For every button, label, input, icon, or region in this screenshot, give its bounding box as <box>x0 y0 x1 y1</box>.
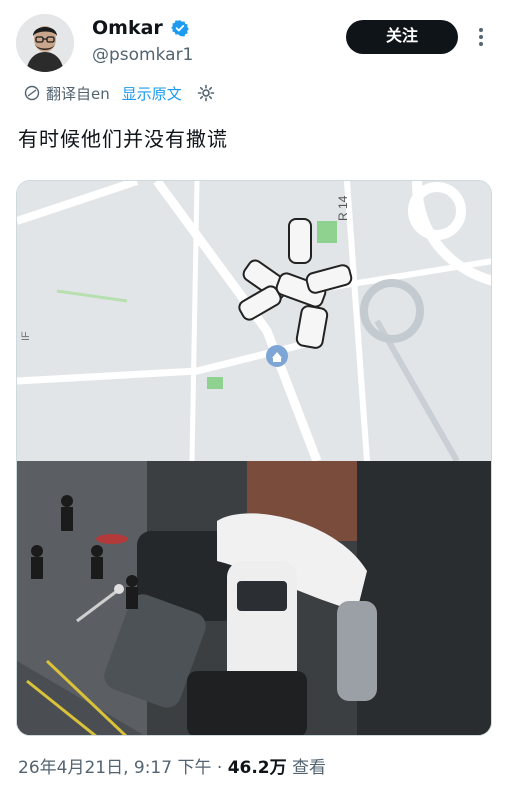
handle[interactable]: @psomkar1 <box>92 42 193 68</box>
translate-icon <box>24 85 40 101</box>
translated-from-label: 翻译自en <box>46 84 110 103</box>
view-count: 46.2万 <box>227 758 287 778</box>
gear-icon[interactable] <box>196 83 216 103</box>
more-options-icon[interactable] <box>474 24 488 50</box>
display-name[interactable]: Omkar <box>92 16 163 40</box>
author-info: Omkar @psomkar1 <box>92 16 193 68</box>
post-text: 有时候他们并没有撒谎 <box>18 127 228 151</box>
post-image[interactable]: R 14 IF <box>16 180 492 736</box>
translation-bar: 翻译自en 显示原文 <box>24 82 216 104</box>
map-label-r14: R 14 <box>336 195 350 221</box>
avatar[interactable] <box>16 14 74 72</box>
post-meta: 26年4月21日, 9:17 下午 · 46.2万 查看 <box>18 756 326 780</box>
map-screenshot: R 14 IF <box>17 181 491 463</box>
follow-button[interactable]: 关注 <box>346 20 458 54</box>
meta-separator: · <box>216 758 223 778</box>
show-original-link[interactable]: 显示原文 <box>122 83 182 104</box>
timestamp[interactable]: 26年4月21日, 9:17 下午 <box>18 758 211 778</box>
view-count-label: 查看 <box>292 758 327 778</box>
post-header: Omkar @psomkar1 关注 <box>16 14 492 72</box>
aerial-photo <box>17 461 491 735</box>
map-label-if: IF <box>20 331 32 341</box>
verified-badge-icon <box>171 19 189 37</box>
